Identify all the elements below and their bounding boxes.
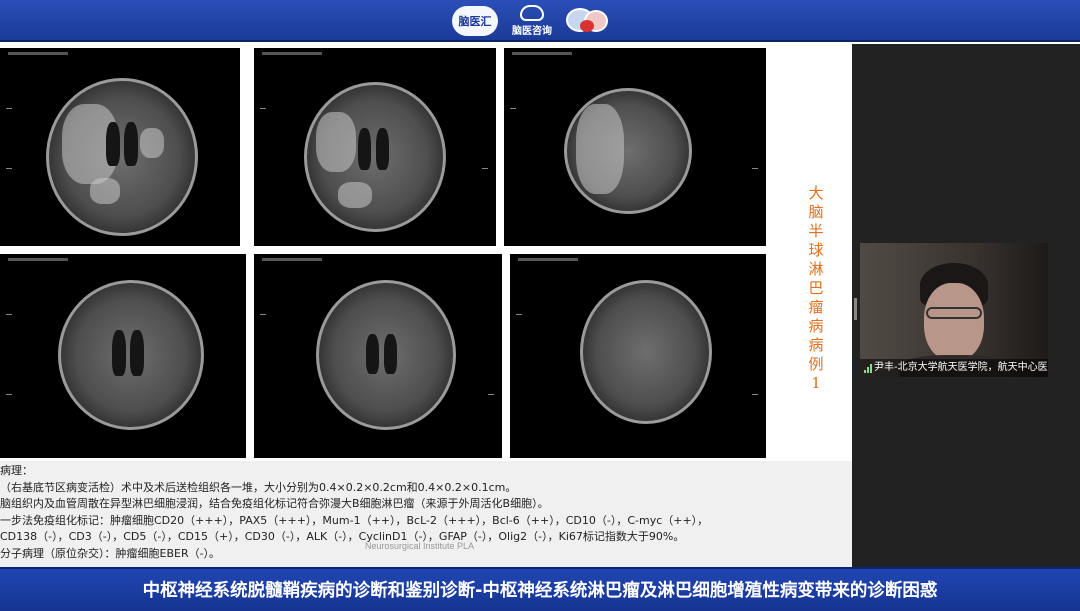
report-line: 脑组织内及血管周散在异型淋巴细胞浸润，结合免疫组化标记符合弥漫大B细胞淋巴瘤（来… — [0, 497, 549, 510]
slide-title: 大脑半球淋巴瘤病 病例1 — [808, 184, 824, 392]
top-banner: 脑医汇 脑医咨询 — [0, 0, 1080, 42]
naoyizixun-mark-icon — [520, 5, 544, 21]
report-line: 病理： — [0, 464, 33, 477]
brain-logo-icon — [566, 6, 610, 36]
presentation-slide: 大脑半球淋巴瘤病 病例1 病理： （右基底节区病变活检）术中及术后送检组织各一堆… — [0, 44, 852, 597]
mri-scan-grid — [0, 48, 770, 458]
mri-scan-t1-contrast-3 — [510, 254, 766, 458]
report-line: （右基底节区病变活检）术中及术后送检组织各一堆，大小分别为0.4×0.2×0.2… — [0, 480, 517, 494]
mri-scan-flair-3 — [504, 48, 766, 246]
panel-resize-handle[interactable] — [854, 298, 857, 320]
speaker-video[interactable] — [860, 243, 1048, 377]
naoyizixun-logo-text: 脑医咨询 — [512, 26, 552, 37]
naoyizixun-logo: 脑医咨询 — [512, 5, 552, 37]
speaker-name-text: 尹丰-北京大学航天医学院，航天中心医院 — [874, 362, 1048, 373]
lecture-caption-bar: 中枢神经系统脱髓鞘疾病的诊断和鉴别诊断-中枢神经系统淋巴瘤及淋巴细胞增殖性病变带… — [0, 567, 1080, 611]
speaker-name-label: 尹丰-北京大学航天医学院，航天中心医院 — [860, 359, 1048, 377]
mri-scan-flair-2 — [254, 48, 496, 246]
slide-watermark: Neurosurgical Institute PLA — [365, 541, 475, 551]
logo-group: 脑医汇 脑医咨询 — [452, 4, 610, 38]
signal-strength-icon — [864, 364, 872, 373]
mri-scan-t1-contrast-2 — [254, 254, 502, 458]
report-line: 一步法免疫组化标记：肿瘤细胞CD20（+++），PAX5（+++），Mum-1（… — [0, 513, 709, 527]
mri-scan-t1-contrast-1 — [0, 254, 246, 458]
lecture-title: 中枢神经系统脱髓鞘疾病的诊断和鉴别诊断-中枢神经系统淋巴瘤及淋巴细胞增殖性病变带… — [142, 581, 938, 601]
naoyihui-logo: 脑医汇 — [452, 6, 498, 36]
mri-scan-flair-1 — [0, 48, 240, 246]
